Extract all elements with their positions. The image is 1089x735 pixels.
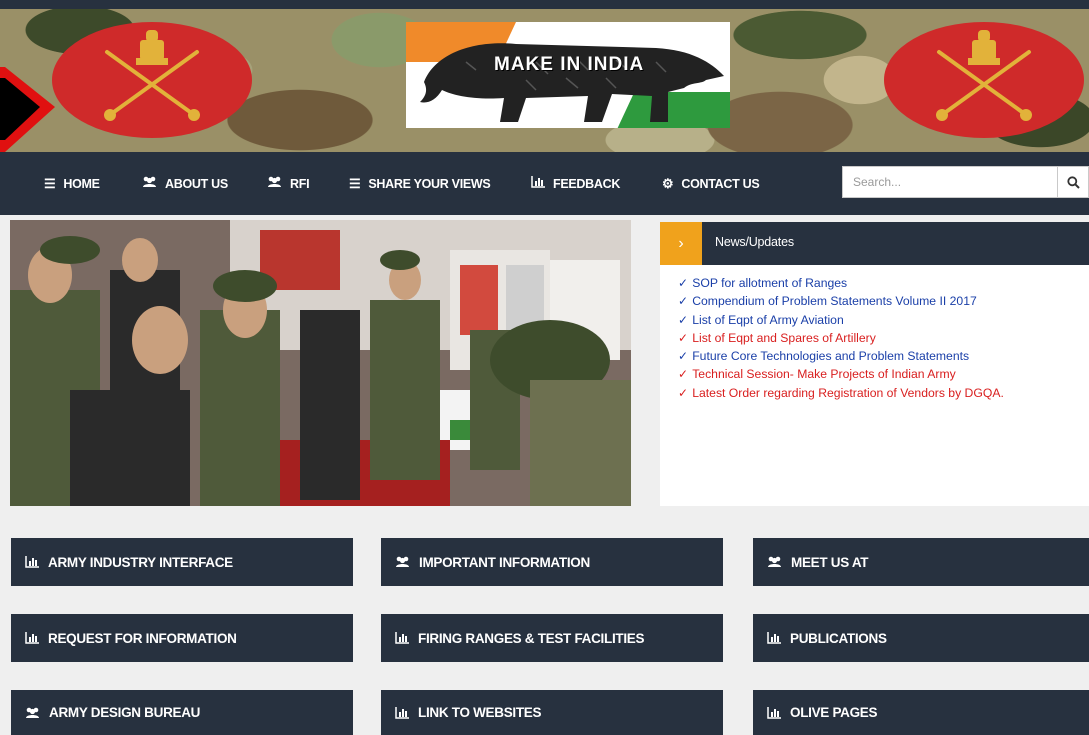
tile-olive-pages[interactable]: OLIVE PAGES xyxy=(753,690,1089,735)
search-input[interactable] xyxy=(843,167,1057,197)
users-icon xyxy=(142,176,157,191)
news-panel: › News/Updates ✓ SOP for allotment of Ran… xyxy=(660,222,1089,506)
make-in-india-text: MAKE IN INDIA xyxy=(494,54,645,75)
annotation-arrow-icon xyxy=(0,67,55,152)
tile-request-for-information[interactable]: REQUEST FOR INFORMATION xyxy=(11,614,353,662)
tile-army-design-bureau[interactable]: ARMY DESIGN BUREAU xyxy=(11,690,353,735)
nav-feedback[interactable]: FEEDBACK xyxy=(531,176,620,191)
news-item[interactable]: ✓ Latest Order regarding Registration of … xyxy=(678,384,1004,402)
tile-army-industry-interface[interactable]: ARMY INDUSTRY INTERFACE xyxy=(11,538,353,586)
bars-icon: ☰ xyxy=(349,176,361,191)
search-button[interactable] xyxy=(1057,167,1089,197)
nav-about-us[interactable]: ABOUT US xyxy=(142,176,228,191)
tile-important-information[interactable]: IMPORTANT INFORMATION xyxy=(381,538,723,586)
news-item[interactable]: ✓ Technical Session- Make Projects of Ind… xyxy=(678,365,1004,383)
users-icon xyxy=(395,556,410,568)
users-icon xyxy=(267,176,282,191)
news-title: News/Updates xyxy=(715,235,794,249)
bar-chart-icon xyxy=(395,706,409,719)
event-photo xyxy=(10,220,631,506)
nav-feedback-label: FEEDBACK xyxy=(553,176,621,191)
news-item[interactable]: ✓ List of Eqpt and Spares of Artillery xyxy=(678,329,1004,347)
news-item[interactable]: ✓ SOP for allotment of Ranges xyxy=(678,274,1004,292)
tile-label: FIRING RANGES & TEST FACILITIES xyxy=(418,630,645,646)
news-list: ✓ SOP for allotment of Ranges ✓ Compendium… xyxy=(678,274,1004,402)
bar-chart-icon xyxy=(767,706,781,719)
news-header: › News/Updates xyxy=(660,222,1089,265)
bar-chart-icon xyxy=(531,176,545,191)
tile-label: ARMY INDUSTRY INTERFACE xyxy=(48,554,233,570)
nav-contact-label: CONTACT US xyxy=(681,177,760,191)
nav-home[interactable]: ☰ HOME xyxy=(44,176,100,192)
news-item[interactable]: ✓ Future Core Technologies and Problem St… xyxy=(678,347,1004,365)
nav-about-us-label: ABOUT US xyxy=(165,176,228,191)
users-icon xyxy=(767,556,782,568)
news-item[interactable]: ✓ List of Eqpt of Army Aviation xyxy=(678,311,1004,329)
tile-label: MEET US AT xyxy=(791,554,869,570)
search-box xyxy=(842,166,1089,198)
tile-label: PUBLICATIONS xyxy=(790,630,887,646)
nav-contact-us[interactable]: ⚙ CONTACT US xyxy=(662,176,760,192)
tile-link-to-websites[interactable]: LINK TO WEBSITES xyxy=(381,690,723,735)
army-emblem-left xyxy=(52,22,252,138)
bars-icon: ☰ xyxy=(44,176,56,191)
users-icon xyxy=(25,707,40,719)
chevron-right-icon[interactable]: › xyxy=(660,222,702,265)
nav-home-label: HOME xyxy=(63,177,100,191)
tile-label: LINK TO WEBSITES xyxy=(418,705,542,720)
search-icon xyxy=(1067,175,1080,189)
bar-chart-icon xyxy=(767,632,781,644)
tile-meet-us-at[interactable]: MEET US AT xyxy=(753,538,1089,586)
top-strip xyxy=(0,0,1089,9)
tile-label: OLIVE PAGES xyxy=(790,705,878,720)
bar-chart-icon xyxy=(25,556,39,568)
tile-publications[interactable]: PUBLICATIONS xyxy=(753,614,1089,662)
tile-label: REQUEST FOR INFORMATION xyxy=(48,630,237,646)
tile-firing-ranges[interactable]: FIRING RANGES & TEST FACILITIES xyxy=(381,614,723,662)
tile-label: IMPORTANT INFORMATION xyxy=(419,554,590,570)
make-in-india-logo[interactable]: MAKE IN INDIA xyxy=(406,22,730,128)
bar-chart-icon xyxy=(395,632,409,644)
tile-label: ARMY DESIGN BUREAU xyxy=(49,705,201,720)
bar-chart-icon xyxy=(25,632,39,644)
nav-share-your-views[interactable]: ☰ SHARE YOUR VIEWS xyxy=(349,176,491,192)
nav-share-label: SHARE YOUR VIEWS xyxy=(368,177,491,191)
news-item[interactable]: ✓ Compendium of Problem Statements Volume… xyxy=(678,292,1004,310)
army-emblem-right xyxy=(884,22,1084,138)
nav-rfi-label: RFI xyxy=(290,176,310,191)
gear-icon: ⚙ xyxy=(662,176,674,191)
nav-rfi[interactable]: RFI xyxy=(267,176,310,191)
header-banner: MAKE IN INDIA xyxy=(0,0,1089,152)
